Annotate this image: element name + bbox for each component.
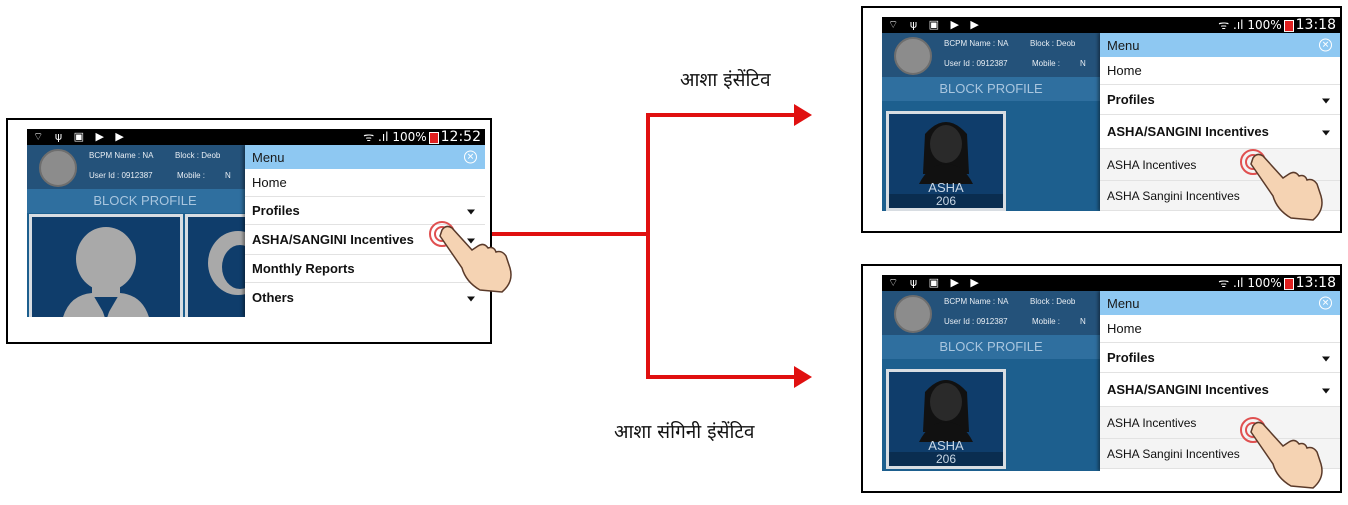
arrow-to-sangini-incentives	[646, 234, 800, 379]
label-asha-sangini-incentive: आशा संगिनी इंसेंटिव	[614, 421, 755, 443]
arrowhead-bottom-icon	[794, 366, 812, 388]
label-asha-incentive: आशा इंसेंटिव	[680, 69, 771, 91]
arrowhead-top-icon	[794, 104, 812, 126]
arrow-to-asha-incentives	[646, 113, 800, 234]
